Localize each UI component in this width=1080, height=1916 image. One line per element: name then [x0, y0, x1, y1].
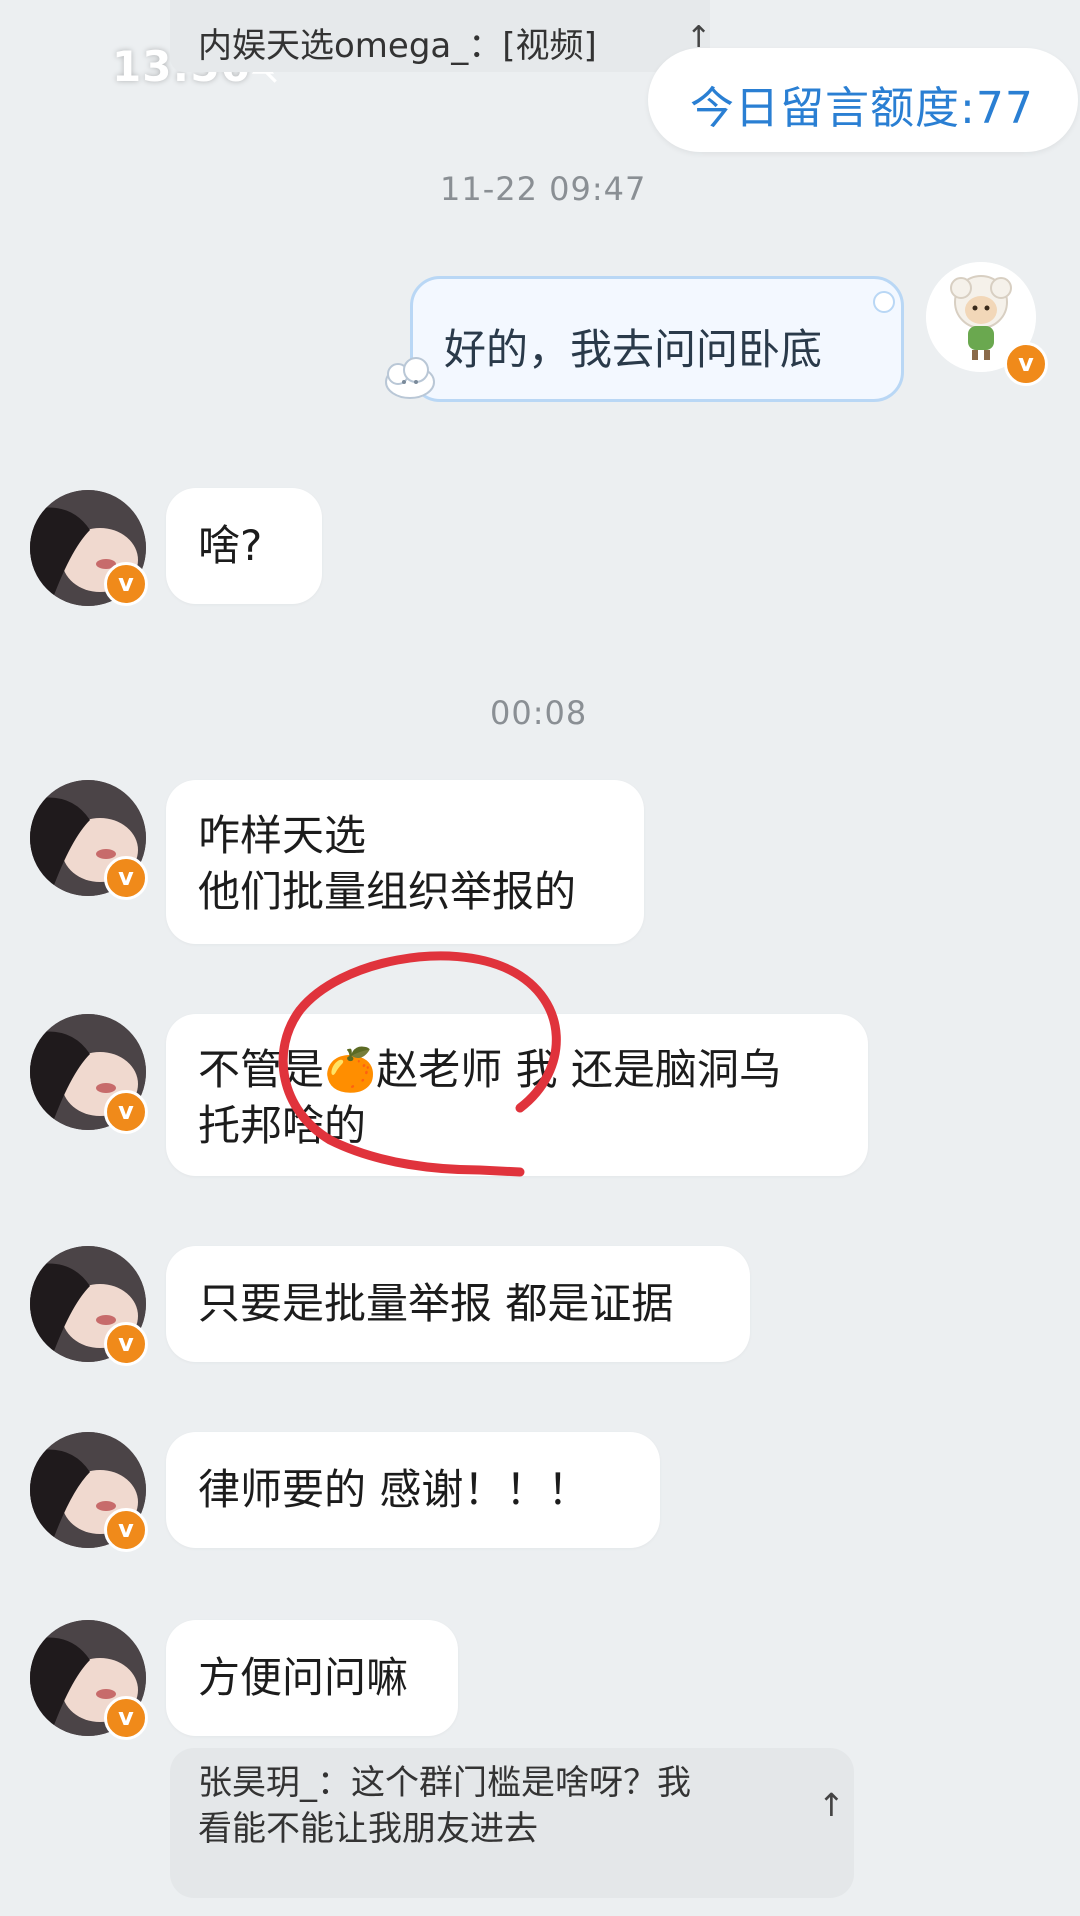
message-text: 只要是批量举报 都是证据: [198, 1279, 674, 1328]
message-text: 律师要的 感谢！！！: [198, 1465, 590, 1514]
verified-badge-icon: v: [104, 562, 148, 606]
pin-arrow-icon[interactable]: ↑: [818, 1786, 845, 1824]
bubble-corner-deco-icon: [873, 291, 895, 313]
verified-badge-icon: v: [104, 856, 148, 900]
pinned-message-bottom-text: 张昊玥_：这个群门槛是啥呀？我 看能不能让我朋友进去: [198, 1763, 691, 1849]
verified-badge-icon: v: [104, 1322, 148, 1366]
timestamp: 11-22 09:47: [440, 170, 647, 208]
cloud-sticker-icon: [385, 357, 435, 399]
message-quota-label: 今日留言额度:77: [690, 83, 1034, 134]
verified-badge-icon: v: [1004, 342, 1048, 386]
verified-badge-icon: v: [104, 1090, 148, 1134]
red-annotation-circle: [278, 951, 561, 1177]
message-text: 咋样天选 他们批量组织举报的: [198, 811, 577, 916]
message-text: 方便问问嘛: [198, 1653, 409, 1702]
message-text: 啥?: [198, 521, 263, 570]
verified-badge-icon: v: [104, 1508, 148, 1552]
timestamp: 00:08: [490, 694, 588, 732]
pinned-message-top-text: 内娱天选omega_：[视频]: [198, 26, 597, 66]
my-message-text: 好的，我去问问卧底: [444, 325, 823, 374]
verified-badge-icon: v: [104, 1696, 148, 1740]
